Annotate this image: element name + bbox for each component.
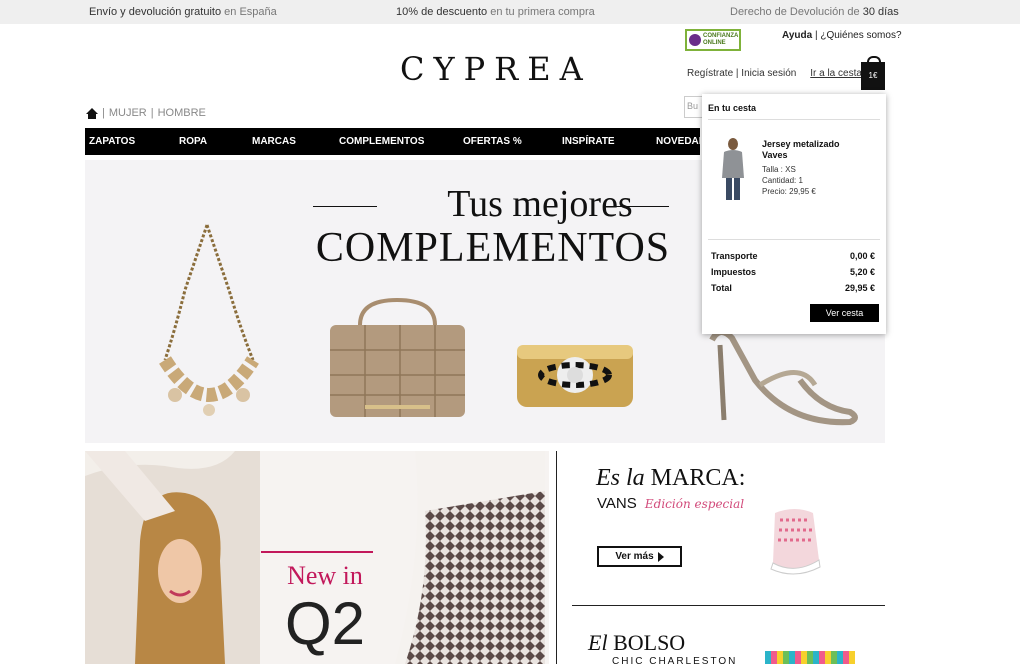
trust-badge-label: CONFIANZA ONLINE [703, 33, 739, 46]
cart-item-brand: Vaves [762, 150, 788, 160]
brand-title-italic: Es la [596, 465, 645, 491]
cart-divider [708, 239, 880, 240]
promo-returns-light: Derecho de Devolución de [730, 6, 860, 18]
cart-transport-row: Transporte 0,00 € [711, 251, 875, 261]
new-in-q2: Q2 [284, 590, 366, 657]
nav-item-marcas[interactable]: MARCAS [252, 136, 296, 147]
nav-item-ropa[interactable]: ROPA [179, 136, 207, 147]
brand-edition: Edición especial [644, 497, 745, 511]
promo-discount-light: en tu primera compra [490, 6, 595, 18]
promo-shipping-bold: Envío y devolución gratuito [89, 6, 222, 18]
about-link[interactable]: ¿Quiénes somos? [820, 30, 901, 41]
sneaker-image [770, 509, 821, 575]
help-link[interactable]: Ayuda [782, 30, 812, 41]
account-links: Regístrate | Inicia sesión Ir a la cesta… [687, 68, 877, 79]
cart-item-title: Jersey metalizado [762, 139, 840, 149]
see-more-button[interactable]: Ver más [597, 546, 682, 567]
total-value: 29,95 € [844, 283, 875, 293]
nav-item-inspirate[interactable]: INSPÍRATE [562, 136, 615, 147]
cart-item-name[interactable]: Jersey metalizado Vaves [762, 139, 840, 161]
handbag-image [330, 297, 465, 417]
transport-label: Transporte [711, 251, 758, 261]
help-links: Ayuda | ¿Quiénes somos? [782, 30, 902, 41]
hero-rule-left [313, 206, 377, 207]
nav-item-complementos[interactable]: COMPLEMENTOS [339, 136, 424, 147]
tax-value: 5,20 € [849, 267, 875, 277]
bag-title-caps: BOLSO [613, 630, 686, 655]
cart-tax-row: Impuestos 5,20 € [711, 267, 875, 277]
cart-item-quantity: Cantidad: 1 [762, 176, 803, 185]
bag-section-title: El BOLSO [588, 630, 685, 656]
tax-label: Impuestos [711, 267, 757, 277]
bag-section-subtitle: CHIC CHARLESTON [612, 656, 738, 667]
promo-returns-bold: 30 días [862, 6, 899, 18]
breadcrumb-men[interactable]: HOMBRE [158, 107, 206, 119]
promo-shipping: Envío y devolución gratuito en España [89, 6, 277, 18]
bag-icon-label: 1€ [868, 71, 878, 80]
necklace-image [159, 224, 259, 416]
cart-item-details: Talla : XS Cantidad: 1 Precio: 29,95 € [762, 164, 816, 197]
cart-item-size: Talla : XS [762, 165, 796, 174]
brand-title: Es la MARCA: [596, 465, 745, 492]
home-icon[interactable] [86, 107, 98, 119]
arrow-right-icon [657, 551, 664, 562]
shopping-bag-icon[interactable]: 1€ [861, 56, 885, 90]
new-in-title: New in [287, 561, 363, 590]
brand-name: VANS Edición especial [597, 495, 744, 512]
cart-item-thumbnail[interactable] [718, 138, 748, 202]
search-input[interactable]: Bu [684, 96, 704, 118]
view-cart-button[interactable]: Ver cesta [810, 304, 879, 322]
register-link[interactable]: Regístrate [687, 68, 733, 79]
breadcrumb: | MUJER | HOMBRE [86, 107, 206, 119]
patterned-skirt-photo [395, 451, 545, 664]
hero-subtitle: COMPLEMENTOS [315, 225, 671, 271]
promo-shipping-light: en España [224, 6, 277, 18]
transport-value: 0,00 € [849, 251, 875, 261]
new-in-rule [261, 551, 373, 553]
brand-title-caps: MARCA: [650, 465, 746, 491]
see-more-label: Ver más [615, 551, 654, 562]
section-divider [556, 451, 557, 664]
cart-heading: En tu cesta [708, 103, 757, 113]
new-in-banner[interactable]: New in Q2 [85, 451, 549, 664]
login-link[interactable]: Inicia sesión [741, 68, 796, 79]
cart-dropdown: En tu cesta Jersey metalizado Vaves Tall… [702, 94, 886, 334]
breadcrumb-women[interactable]: MUJER [109, 107, 147, 119]
trust-badge-icon [689, 34, 701, 46]
hero-title: Tus mejores [447, 183, 633, 225]
breadcrumb-separator: | [102, 107, 105, 119]
bag-title-italic: El [588, 630, 608, 655]
total-label: Total [711, 283, 732, 293]
section-divider-horizontal [572, 605, 885, 606]
main-nav: ZAPATOS ROPA MARCAS COMPLEMENTOS OFERTAS… [85, 128, 719, 155]
sandal-image [709, 329, 858, 426]
cart-divider [708, 119, 880, 120]
trust-badge[interactable]: CONFIANZA ONLINE [685, 29, 741, 51]
promo-discount-bold: 10% de descuento [396, 6, 488, 18]
cart-item-price: Precio: 29,95 € [762, 187, 816, 196]
cuff-bracelet-image [517, 345, 633, 407]
promo-returns: Derecho de Devolución de 30 días [730, 6, 899, 18]
site-logo[interactable]: CYPREA [400, 50, 590, 88]
colorful-bag-image[interactable] [765, 651, 855, 664]
brand-name-text: VANS [597, 495, 637, 512]
cart-total-row: Total 29,95 € [711, 283, 875, 293]
nav-item-ofertas[interactable]: OFERTAS % [463, 136, 522, 147]
promo-discount: 10% de descuento en tu primera compra [396, 6, 595, 18]
model-photo [85, 451, 260, 664]
promo-bar: Envío y devolución gratuito en España 10… [0, 0, 1020, 24]
nav-item-zapatos[interactable]: ZAPATOS [89, 136, 135, 147]
breadcrumb-separator: | [150, 107, 154, 119]
